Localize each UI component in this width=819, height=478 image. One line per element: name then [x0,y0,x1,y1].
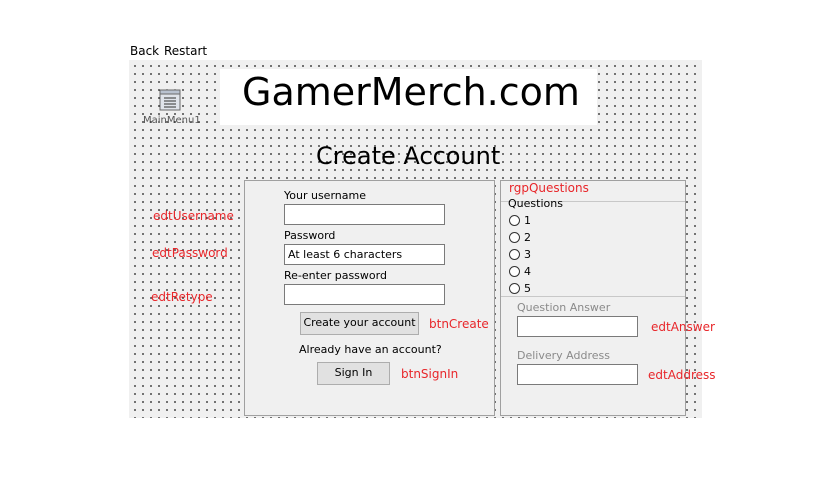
sign-in-button[interactable]: Sign In [317,362,390,385]
main-menu-label: MainMenu1 [143,115,201,126]
banner-title: GamerMerch.com [242,70,580,114]
rgpQuestions-annotation: rgpQuestions [509,181,589,195]
retype-label: Re-enter password [284,269,387,282]
menu-icon[interactable] [158,88,182,112]
banner: GamerMerch.com [220,69,597,125]
restart-menu-item[interactable]: Restart [164,44,207,58]
page-title: Create Account [316,142,501,170]
radio-icon[interactable] [509,248,520,260]
radio-label: 3 [524,247,531,261]
radio-option-2[interactable]: 2 [509,230,531,244]
radio-label: 5 [524,281,531,295]
radio-icon[interactable] [509,214,520,226]
edtAddress-annotation: edtAddress [648,368,716,382]
password-input[interactable] [284,244,445,265]
username-input[interactable] [284,204,445,225]
password-label: Password [284,229,336,242]
question-answer-input[interactable] [517,316,638,337]
radio-option-1[interactable]: 1 [509,213,531,227]
create-account-button[interactable]: Create your account [300,312,419,335]
back-menu-item[interactable]: Back [130,44,159,58]
btnCreate-annotation: btnCreate [429,317,489,331]
delivery-address-input[interactable] [517,364,638,385]
username-label: Your username [284,189,366,202]
radio-label: 2 [524,230,531,244]
edtUsername-annotation: edtUsername [153,209,234,223]
answer-section-divider [501,296,685,297]
btnSignIn-annotation: btnSignIn [401,367,459,381]
radio-label: 1 [524,213,531,227]
radio-option-5[interactable]: 5 [509,281,531,295]
radio-option-4[interactable]: 4 [509,264,531,278]
radio-label: 4 [524,264,531,278]
edtAnswer-annotation: edtAnswer [651,320,715,334]
retype-input[interactable] [284,284,445,305]
already-have-account-text: Already have an account? [299,343,442,356]
radio-icon[interactable] [509,282,520,294]
radio-icon[interactable] [509,231,520,243]
question-answer-label: Question Answer [517,301,611,314]
radio-icon[interactable] [509,265,520,277]
radio-option-3[interactable]: 3 [509,247,531,261]
edtPassword-annotation: edtPassword [152,246,228,260]
questions-caption: Questions [508,197,563,210]
delivery-address-label: Delivery Address [517,349,610,362]
edtRetype-annotation: edtRetype [151,290,213,304]
